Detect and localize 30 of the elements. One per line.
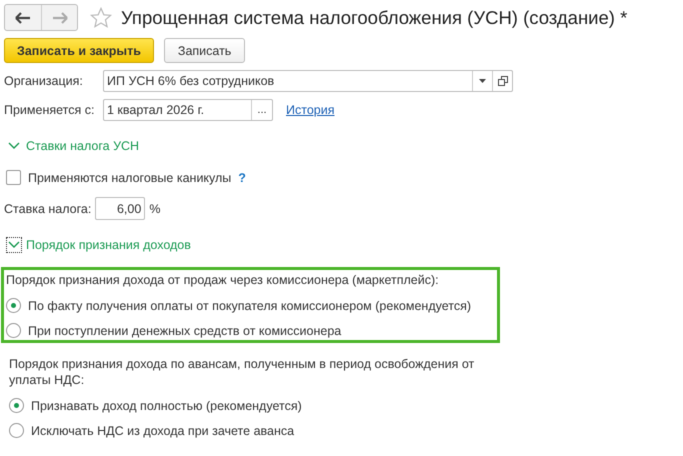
help-link[interactable]: ? [238,170,246,184]
section-header[interactable]: Порядок признания доходов [6,237,191,253]
group-title: Порядок признания дохода от продаж через комиссионера (маркетплейс): [6,272,440,288]
section-header[interactable]: Ставки налога УСН [6,138,140,154]
forward-arrow-icon [52,12,68,24]
field-label: Ставка налога: [4,202,92,216]
choose-button[interactable]: ... [251,100,272,120]
save-and-close-button[interactable]: Записать и закрыть [4,38,154,63]
open-window-icon [498,76,508,86]
checkbox-label: Применяются налоговые каникулы [28,170,232,184]
back-arrow-icon [15,12,31,24]
radio-option[interactable]: По факту получения оплаты от покупателя комиссионером (рекомендуется) [6,298,497,313]
unit-label: % [149,202,160,216]
checkbox[interactable] [6,170,21,185]
radio-option[interactable]: Исключать НДС из дохода при зачете аванса [9,423,491,438]
group-title: Порядок признания дохода по авансам, полученным в период освобождения от уплаты НДС: [9,356,476,388]
save-button[interactable]: Записать [164,38,246,63]
field-label: Организация: [4,74,84,88]
chevron-icon [8,142,20,150]
field-label: Применяется с: [4,103,96,117]
organization-field[interactable]: ИП УСН 6% без сотрудников [103,70,513,92]
radio-option[interactable]: Признавать доход полностью (рекомендуется) [9,398,491,413]
radio-option[interactable]: При поступлении денежных средств от комиссионера [6,323,497,338]
caret-icon [479,79,486,83]
period-field[interactable]: 1 квартал 2026 г. ... [103,99,273,121]
chevron-icon [8,241,20,249]
window-title: Упрощенная система налогообложения (УСН) (создание) * [121,6,628,28]
history-link[interactable]: История [286,103,334,117]
rate-field[interactable]: 6,00 [95,197,146,220]
star-icon[interactable] [90,6,112,28]
